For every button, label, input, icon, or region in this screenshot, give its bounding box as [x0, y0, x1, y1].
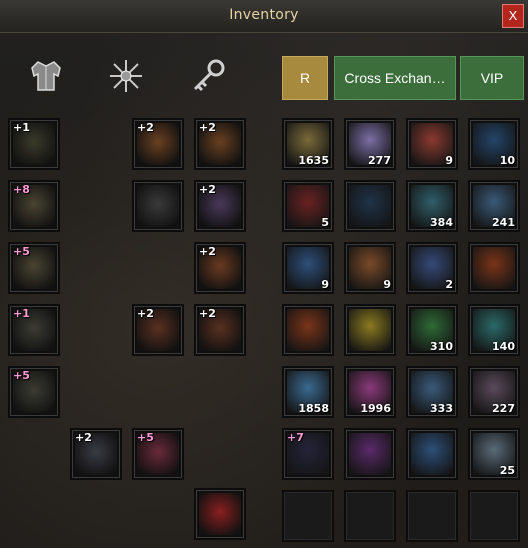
cross-exchange-button[interactable]: Cross Exchan…: [334, 56, 456, 100]
item-count: 25: [499, 464, 515, 477]
enhancement-level: +1: [13, 307, 30, 320]
cyan-map[interactable]: 333: [406, 366, 458, 418]
weapon-slot[interactable]: +2: [70, 428, 122, 480]
sheriff-badge[interactable]: 1635: [282, 118, 334, 170]
ruby-pouch[interactable]: 241: [468, 180, 520, 232]
vip-button[interactable]: VIP: [460, 56, 524, 100]
item-count: 1858: [298, 402, 329, 415]
item-count: 10: [499, 154, 515, 167]
item-count: 384: [430, 216, 453, 229]
pet-slot-icon: [199, 493, 241, 535]
red-scroll[interactable]: 9: [406, 118, 458, 170]
pink-potions[interactable]: 1996: [344, 366, 396, 418]
enhancement-level: +5: [137, 431, 154, 444]
item-count: 1635: [298, 154, 329, 167]
bone-scroll[interactable]: 9: [344, 242, 396, 294]
item-count: 5: [321, 216, 329, 229]
pet-slot[interactable]: [194, 488, 246, 540]
armor-icon: [31, 61, 61, 91]
item-count: 2: [445, 278, 453, 291]
blue-scroll[interactable]: 9: [282, 242, 334, 294]
dark-helm-icon: [349, 185, 391, 227]
costume-slot[interactable]: +5: [132, 428, 184, 480]
red-potion[interactable]: 5: [282, 180, 334, 232]
window-title: Inventory: [229, 7, 299, 23]
earring-slot-2[interactable]: +2: [194, 118, 246, 170]
pink-horn[interactable]: [344, 428, 396, 480]
green-swirl[interactable]: 310: [406, 304, 458, 356]
item-count: 241: [492, 216, 515, 229]
enhancement-level: +1: [13, 121, 30, 134]
enhancement-level: +8: [13, 183, 30, 196]
white-clouds[interactable]: 25: [468, 428, 520, 480]
dark-helm[interactable]: [344, 180, 396, 232]
enhancement-level: +2: [199, 245, 216, 258]
crystal-tab[interactable]: [104, 54, 148, 98]
empty-slot-4[interactable]: [468, 490, 520, 542]
item-count: 9: [445, 154, 453, 167]
armor-tab[interactable]: [24, 54, 68, 98]
fire-claw[interactable]: [468, 242, 520, 294]
ring-slot-1[interactable]: +2: [132, 304, 184, 356]
fire-claw-icon: [473, 247, 515, 289]
boots-slot[interactable]: +5: [8, 366, 60, 418]
enhancement-level: +5: [13, 245, 30, 258]
helmet-slot[interactable]: +1: [8, 118, 60, 170]
key-icon: [193, 59, 225, 92]
hooded-cloak[interactable]: +7: [282, 428, 334, 480]
teal-swirl[interactable]: 140: [468, 304, 520, 356]
red-map[interactable]: 227: [468, 366, 520, 418]
chest-armor-slot[interactable]: +8: [8, 180, 60, 232]
empty-slot-3[interactable]: [406, 490, 458, 542]
empty-slot-1[interactable]: [282, 490, 334, 542]
enhancement-level: +7: [287, 431, 304, 444]
gem-bag[interactable]: 384: [406, 180, 458, 232]
wooden-club[interactable]: 2: [406, 242, 458, 294]
r-button[interactable]: R: [282, 56, 328, 100]
blue-crystal-wand[interactable]: 10: [468, 118, 520, 170]
inventory-titlebar: Inventory X: [0, 0, 528, 33]
item-count: 277: [368, 154, 391, 167]
gloves-slot[interactable]: +5: [8, 242, 60, 294]
enhancement-level: +2: [199, 121, 216, 134]
shield-slot-icon: [137, 185, 179, 227]
pink-horn-icon: [349, 433, 391, 475]
pants-slot[interactable]: +1: [8, 304, 60, 356]
gold-infinity-coin[interactable]: [344, 304, 396, 356]
ring-slot-2[interactable]: +2: [194, 304, 246, 356]
necklace-slot[interactable]: +2: [194, 180, 246, 232]
blue-scroll-map-icon: [411, 433, 453, 475]
empty-slot-2[interactable]: [344, 490, 396, 542]
blue-potions[interactable]: 1858: [282, 366, 334, 418]
close-button[interactable]: X: [502, 4, 524, 28]
flame-fist[interactable]: [282, 304, 334, 356]
key-tab[interactable]: [186, 54, 230, 98]
item-count: 9: [383, 278, 391, 291]
blue-scroll-map[interactable]: [406, 428, 458, 480]
shield-slot[interactable]: [132, 180, 184, 232]
item-count: 227: [492, 402, 515, 415]
item-count: 333: [430, 402, 453, 415]
enhancement-level: +2: [199, 307, 216, 320]
flame-fist-icon: [287, 309, 329, 351]
belt-slot[interactable]: +2: [194, 242, 246, 294]
item-count: 140: [492, 340, 515, 353]
item-count: 1996: [360, 402, 391, 415]
enhancement-level: +2: [137, 121, 154, 134]
item-count: 310: [430, 340, 453, 353]
snowflake-icon: [110, 60, 142, 92]
earring-slot-1[interactable]: +2: [132, 118, 184, 170]
gold-infinity-coin-icon: [349, 309, 391, 351]
violet-orb[interactable]: 277: [344, 118, 396, 170]
item-count: 9: [321, 278, 329, 291]
enhancement-level: +2: [75, 431, 92, 444]
enhancement-level: +5: [13, 369, 30, 382]
enhancement-level: +2: [199, 183, 216, 196]
enhancement-level: +2: [137, 307, 154, 320]
